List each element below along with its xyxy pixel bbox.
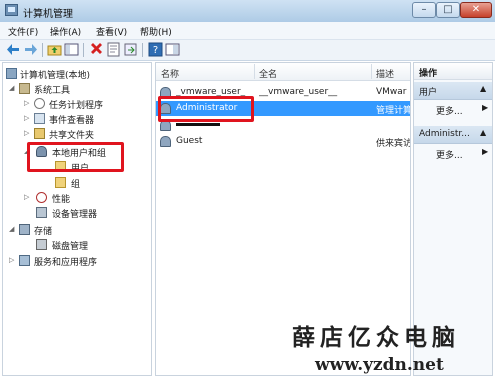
tree-item-label: 共享文件夹 [49, 131, 95, 141]
expand-arrow-icon[interactable]: ▷ [24, 114, 32, 122]
column-divider[interactable] [371, 64, 372, 79]
forward-arrow-icon[interactable] [23, 42, 38, 57]
tree-item-label: 服务和应用程序 [34, 258, 98, 268]
navigation-tree: 计算机管理(本地) ◢ 系统工具 ▷ 任务计划程序 ▷ 事件查看器 ▷ 共享文件… [2, 62, 152, 376]
actions-section-administrator[interactable]: Administr... ▲ [414, 126, 492, 144]
user-description: VMwar [376, 87, 407, 97]
computer-icon [6, 68, 17, 79]
collapse-arrow-icon[interactable]: ▲ [480, 84, 486, 93]
title-bar: 计算机管理 – □ ✕ [0, 0, 495, 23]
computer-management-icon [5, 4, 18, 16]
redaction-bar [176, 123, 220, 126]
maximize-button[interactable]: □ [436, 2, 460, 18]
properties-icon[interactable] [106, 42, 121, 57]
storage-icon [19, 224, 30, 235]
event-viewer-icon [34, 113, 45, 124]
console-icon[interactable] [165, 42, 180, 57]
toolbar-separator [42, 43, 43, 57]
list-row-guest[interactable]: Guest 供来宾访 [156, 134, 410, 149]
menu-action[interactable]: 操作(A) [50, 25, 81, 38]
toolbar-separator [83, 43, 84, 57]
user-fullname: __vmware_user__ [259, 87, 338, 97]
menu-view[interactable]: 查看(V) [96, 25, 127, 38]
collapse-arrow-icon[interactable]: ◢ [9, 225, 17, 233]
submenu-arrow-icon: ▶ [482, 147, 489, 156]
menu-help[interactable]: 帮助(H) [140, 25, 172, 38]
menu-file[interactable]: 文件(F) [8, 25, 38, 38]
export-icon[interactable] [123, 42, 138, 57]
action-label: 更多... [436, 151, 463, 161]
toolbar-separator [142, 43, 143, 57]
tree-item-label: 存储 [34, 227, 53, 237]
user-description: 供来宾访 [376, 139, 410, 149]
tree-item-label: 事件查看器 [49, 116, 95, 126]
minimize-button[interactable]: – [412, 2, 436, 18]
device-manager-icon [36, 207, 47, 218]
watermark-brand: 薛店亿众电脑 [292, 324, 460, 351]
close-button[interactable]: ✕ [460, 2, 492, 18]
tree-item-label: 任务计划程序 [49, 101, 104, 111]
help-icon[interactable]: ? [148, 42, 163, 57]
section-label: Administr... [419, 129, 470, 139]
tree-item-label: 性能 [52, 195, 71, 205]
toolbar: ? [0, 40, 495, 61]
services-icon [19, 255, 30, 266]
submenu-arrow-icon: ▶ [482, 103, 489, 112]
column-description-header[interactable]: 描述 [376, 67, 394, 80]
expand-arrow-icon[interactable]: ▷ [24, 99, 32, 107]
actions-section-users[interactable]: 用户 ▲ [414, 82, 492, 100]
performance-icon [36, 192, 47, 203]
action-label: 更多... [436, 107, 463, 117]
list-header: 名称 全名 描述 [156, 63, 410, 81]
disk-icon [36, 239, 47, 250]
column-name-header[interactable]: 名称 [161, 67, 179, 80]
user-name: Guest [176, 136, 203, 146]
user-description: 管理计算 [376, 106, 410, 116]
action-more-users[interactable]: 更多... ▶ [414, 102, 492, 117]
tree-item-label: 磁盘管理 [52, 242, 89, 252]
folder-icon [55, 177, 66, 188]
shared-folder-icon [34, 128, 45, 139]
highlight-box [27, 142, 124, 172]
expand-arrow-icon[interactable]: ▷ [9, 256, 17, 264]
expand-arrow-icon[interactable]: ▷ [24, 193, 32, 201]
toolbox-icon [19, 83, 30, 94]
window-title: 计算机管理 [23, 9, 73, 20]
action-more-administrator[interactable]: 更多... ▶ [414, 146, 492, 161]
column-divider[interactable] [254, 64, 255, 79]
expand-arrow-icon[interactable]: ▷ [24, 129, 32, 137]
watermark-url: www.yzdn.net [315, 355, 444, 375]
tree-item-label: 设备管理器 [52, 210, 98, 220]
highlight-box [158, 96, 254, 122]
svg-text:?: ? [153, 45, 158, 56]
tree-item-label: 计算机管理(本地) [20, 71, 91, 81]
user-icon [160, 136, 171, 147]
collapse-arrow-icon[interactable]: ▲ [480, 128, 486, 137]
back-arrow-icon[interactable] [6, 42, 21, 57]
delete-icon[interactable] [89, 42, 104, 57]
tree-item-label: 系统工具 [34, 86, 71, 96]
collapse-arrow-icon[interactable]: ◢ [9, 84, 17, 92]
menu-bar: 文件(F) 操作(A) 查看(V) 帮助(H) [0, 22, 495, 40]
tree-item-label: 组 [71, 180, 81, 190]
up-folder-icon[interactable] [47, 42, 62, 57]
column-fullname-header[interactable]: 全名 [259, 67, 277, 80]
clock-icon [34, 98, 45, 109]
section-label: 用户 [419, 88, 438, 98]
actions-title: 操作 [419, 69, 438, 79]
show-tree-icon[interactable] [64, 42, 79, 57]
actions-header: 操作 [414, 63, 492, 80]
